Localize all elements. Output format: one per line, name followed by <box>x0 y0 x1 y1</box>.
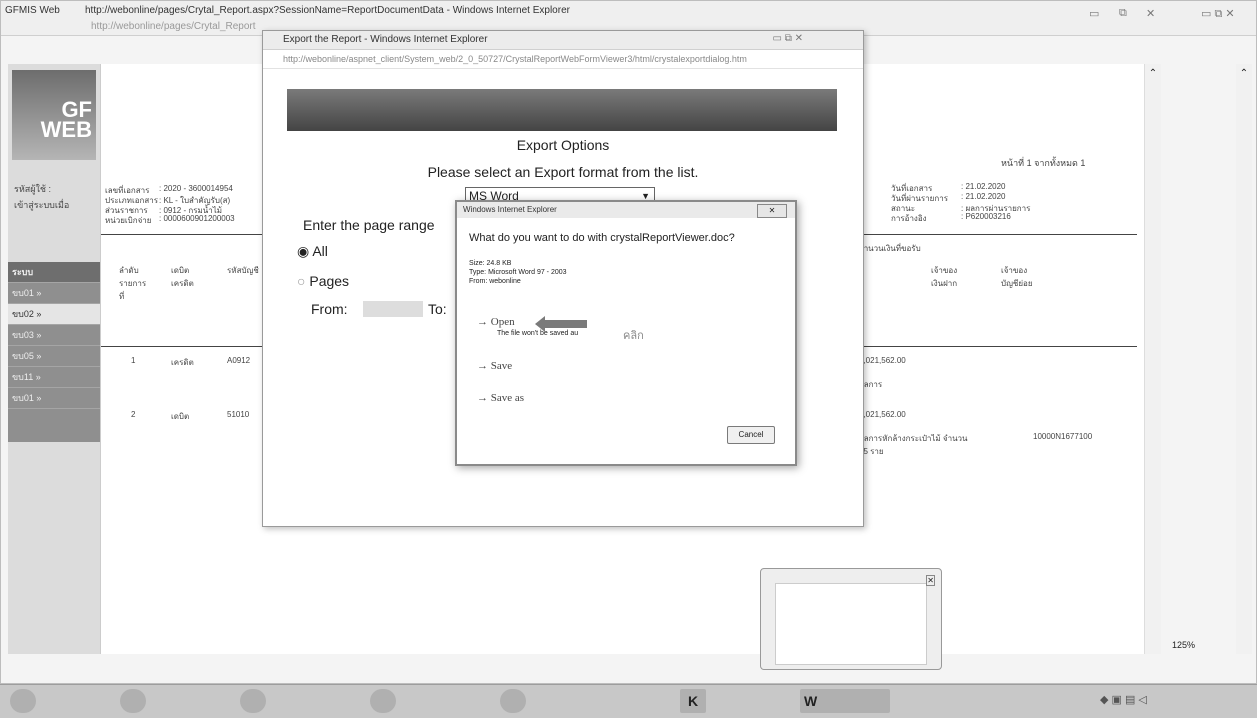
row-amount: 1,021,562.00 <box>859 410 906 419</box>
row-acct: 51010 <box>227 410 250 419</box>
taskbar-app-icon[interactable] <box>500 689 526 713</box>
side-menu: ระบบ ขบ01 » ขบ02 » ขบ03 » ขบ05 » ขบ11 » … <box>8 262 100 442</box>
col-header: จำนวนเงินที่ขอรับ <box>859 244 921 253</box>
export-address-bar[interactable]: http://webonline/aspnet_client/System_we… <box>263 50 863 69</box>
maximize-icon[interactable]: ⧉ <box>1119 7 1127 20</box>
menu-item[interactable]: ขบ11 » <box>8 367 100 388</box>
outer-scrollbar[interactable]: ⌃ <box>1236 64 1252 654</box>
taskbar-app-icon[interactable] <box>370 689 396 713</box>
tab-gfmis[interactable]: GFMIS Web <box>5 5 60 19</box>
page-range-label: Enter the page range <box>303 217 435 233</box>
save-as-option[interactable]: → Save as <box>477 392 524 404</box>
col-header: เดบิต เครดิต <box>171 266 194 288</box>
export-window-controls-icon[interactable]: ▭ ⧉ ✕ <box>772 33 803 44</box>
preview-thumbnail <box>775 583 927 665</box>
radio-selected-icon: ◉ <box>297 243 310 259</box>
file-type: Type: Microsoft Word 97 - 2003 <box>469 269 567 276</box>
export-heading: Export Options <box>516 137 610 153</box>
radio-pages-label: Pages <box>309 273 350 289</box>
from-label: From: <box>311 301 348 317</box>
scroll-up-icon[interactable]: ⌃ <box>1145 68 1161 79</box>
field-value: : 21.02.2020 <box>961 192 1006 201</box>
address-text[interactable]: http://webonline/pages/Crytal_Report <box>91 21 256 35</box>
save-as-label: Save as <box>490 392 525 404</box>
menu-item[interactable]: ขบ05 » <box>8 346 100 367</box>
dialog-question: What do you want to do with crystalRepor… <box>469 232 735 244</box>
tab-report[interactable]: http://webonline/pages/Crytal_Report.asp… <box>85 5 570 19</box>
logo-text-2: WEB <box>40 117 92 142</box>
menu-item[interactable]: ขบ01 » <box>8 283 100 304</box>
taskbar: K W ◆ ▣ ▤ ◁ <box>0 684 1257 718</box>
row-note: ผลการหักล้างกระเป๋าไม้ จำนวน 15 ราย <box>859 434 968 456</box>
login-time-label: เข้าสู่ระบบเมื่อ <box>14 200 70 210</box>
save-label: Save <box>490 360 513 372</box>
row-amount: 1,021,562.00 <box>859 356 906 365</box>
field-value: : 2020 - 3600014954 <box>159 184 233 193</box>
report-scrollbar[interactable]: ⌃ <box>1144 64 1161 654</box>
open-option[interactable]: → Open <box>477 316 515 328</box>
row-no: 2 <box>131 410 136 419</box>
field-label: การอ้างอิง <box>891 214 927 223</box>
radio-pages[interactable]: ○ Pages <box>297 273 349 289</box>
to-label: To: <box>428 301 447 317</box>
file-source: From: webonline <box>469 278 521 285</box>
radio-all-label: All <box>312 243 328 259</box>
col-header: ลำดับ รายการที่ <box>119 266 147 301</box>
row-ref: 10000N1677100 <box>1033 432 1093 441</box>
dialog-close-icon[interactable]: ✕ <box>757 204 787 218</box>
menu-item[interactable]: ขบ02 » <box>8 304 100 325</box>
close-icon[interactable]: ✕ <box>1146 7 1155 20</box>
pointer-arrow-icon <box>543 320 587 328</box>
crystal-banner <box>287 89 837 131</box>
zoom-level[interactable]: 125% <box>1172 640 1195 650</box>
row-no: 1 <box>131 356 136 365</box>
user-id-label: รหัสผู้ใช้ : <box>14 184 52 194</box>
field-value: : P620003216 <box>961 212 1011 221</box>
arrow-right-icon: → <box>477 316 488 328</box>
kaspersky-icon[interactable]: K <box>680 689 706 713</box>
minimize-icon[interactable]: ▭ <box>1089 7 1099 20</box>
scroll-up-icon[interactable]: ⌃ <box>1236 68 1252 79</box>
preview-close-icon[interactable]: ✕ <box>926 575 935 586</box>
page-number: หน้าที่ 1 จากทั้งหมด 1 <box>1001 158 1086 168</box>
system-tray-icon[interactable]: ◆ ▣ ▤ ◁ <box>1100 693 1147 706</box>
arrow-right-icon: → <box>477 392 488 404</box>
save-option[interactable]: → Save <box>477 360 512 372</box>
gfmis-logo: GF WEB <box>12 70 96 160</box>
export-prompt: Please select an Export format from the … <box>427 164 699 180</box>
field-value: : 0000600901200003 <box>159 214 235 223</box>
col-header: รหัสบัญชี <box>227 266 259 275</box>
restore-icon[interactable]: ▭ ⧉ ✕ <box>1201 7 1235 21</box>
row-acct: A0912 <box>227 356 251 365</box>
row-dc: เดบิต <box>171 412 190 421</box>
open-label: Open <box>490 316 515 328</box>
taskbar-app-icon[interactable] <box>240 689 266 713</box>
arrow-right-icon: → <box>477 360 488 372</box>
word-taskbar-icon[interactable]: W <box>800 689 890 713</box>
dialog-title: Windows Internet Explorer <box>457 202 795 218</box>
from-input[interactable] <box>363 301 423 317</box>
cancel-button[interactable]: Cancel <box>727 426 775 444</box>
row-dc: เครดิต <box>171 358 194 367</box>
start-icon[interactable] <box>10 689 36 713</box>
taskbar-preview[interactable]: ✕ <box>760 568 942 670</box>
radio-empty-icon: ○ <box>297 273 306 289</box>
taskbar-app-icon[interactable] <box>120 689 146 713</box>
pointer-arrowhead-icon <box>535 316 545 332</box>
file-size: Size: 24.8 KB <box>469 260 512 267</box>
field-value: : 21.02.2020 <box>961 182 1006 191</box>
col-header: เจ้าของ เงินฝาก <box>931 266 958 288</box>
click-note: คลิก <box>623 330 644 342</box>
menu-item[interactable]: ขบ03 » <box>8 325 100 346</box>
download-dialog: Windows Internet Explorer ✕ What do you … <box>455 200 797 466</box>
col-header: เจ้าของ บัญชีย่อย <box>1001 266 1033 288</box>
field-label: หน่วยเบิกจ่าย <box>105 216 152 225</box>
menu-item[interactable]: ขบ01 » <box>8 388 100 409</box>
radio-all[interactable]: ◉ All <box>297 243 328 260</box>
menu-header: ระบบ <box>8 262 100 283</box>
